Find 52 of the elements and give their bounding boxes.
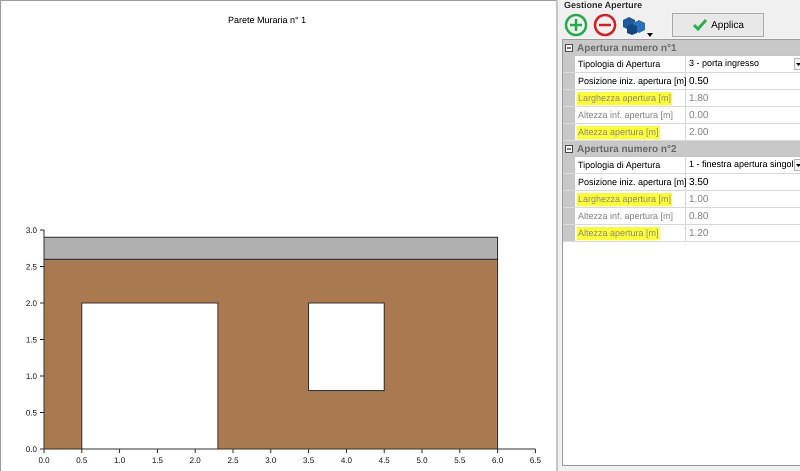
chart-title: Parete Muraria n° 1 [228,15,306,25]
y-tick-label: 1.0 [26,372,37,381]
x-tick-label: 2.0 [190,456,201,465]
property-row[interactable]: Posizione iniz. apertura [m] 0.50 [563,73,800,90]
property-label: Posizione iniz. apertura [m] [577,176,688,188]
y-tick-label: 2.5 [26,262,37,272]
x-tick-label: 2.5 [227,456,239,465]
x-tick-label: 4.5 [378,456,390,465]
apply-button[interactable]: Applica [672,13,764,37]
x-tick-label: 0.5 [76,456,88,465]
x-tick-label: 6.0 [492,456,504,465]
type-dropdown[interactable]: 3 - porta ingresso [686,56,800,72]
y-tick-label: 0.0 [26,445,37,454]
property-label: Larghezza apertura [m] [577,192,672,206]
x-tick-label: 4.0 [340,456,352,465]
property-value[interactable]: 0.50 [689,74,708,88]
property-value[interactable]: 3.50 [689,174,708,190]
checkmark-icon [692,18,708,32]
property-row[interactable]: Tipologia di Apertura 1 - finestra apertura singol [563,157,800,174]
type-dropdown[interactable]: 1 - finestra apertura singol [686,157,800,173]
remove-button[interactable] [592,12,618,38]
plus-circle-icon [564,13,588,37]
x-tick-label: 6.5 [530,456,541,465]
section-header[interactable]: Apertura numero n°1 [563,40,800,56]
y-tick-label: 1.5 [26,336,37,344]
property-label: Larghezza apertura [m] [577,92,672,104]
cubes-icon [621,14,647,36]
caret-icon [647,33,653,37]
property-row[interactable]: Tipologia di Apertura 3 - porta ingresso [563,56,800,73]
x-tick-label: 5.5 [454,456,466,465]
property-label: Tipologia di Apertura [577,58,662,70]
panel-title: Gestione Aperture [564,0,642,10]
x-tick-label: 1.5 [152,456,163,465]
y-tick-label: 0.5 [26,408,37,418]
property-label: Altezza apertura [m] [577,126,660,138]
property-label: Posizione iniz. apertura [m] [577,74,688,88]
x-tick-label: 0.0 [38,456,50,465]
y-tick-label: 3.0 [26,226,37,235]
section-header[interactable]: Apertura numero n°2 [563,141,800,157]
collapse-icon[interactable] [565,145,573,153]
property-label: Altezza inf. apertura [m] [577,210,674,222]
collapse-icon[interactable] [565,44,573,52]
property-label: Tipologia di Apertura [577,158,662,172]
y-tick-label: 2.0 [26,299,37,308]
minus-circle-icon [593,13,617,37]
property-label: Altezza apertura [m] [577,226,660,240]
x-tick-label: 3.5 [303,456,314,465]
property-label: Altezza inf. apertura [m] [577,108,674,122]
x-tick-label: 3.0 [265,456,276,465]
property-row[interactable]: Posizione iniz. apertura [m] 3.50 [563,174,800,191]
x-tick-label: 5.0 [416,456,428,465]
x-tick-label: 1.0 [114,456,126,465]
